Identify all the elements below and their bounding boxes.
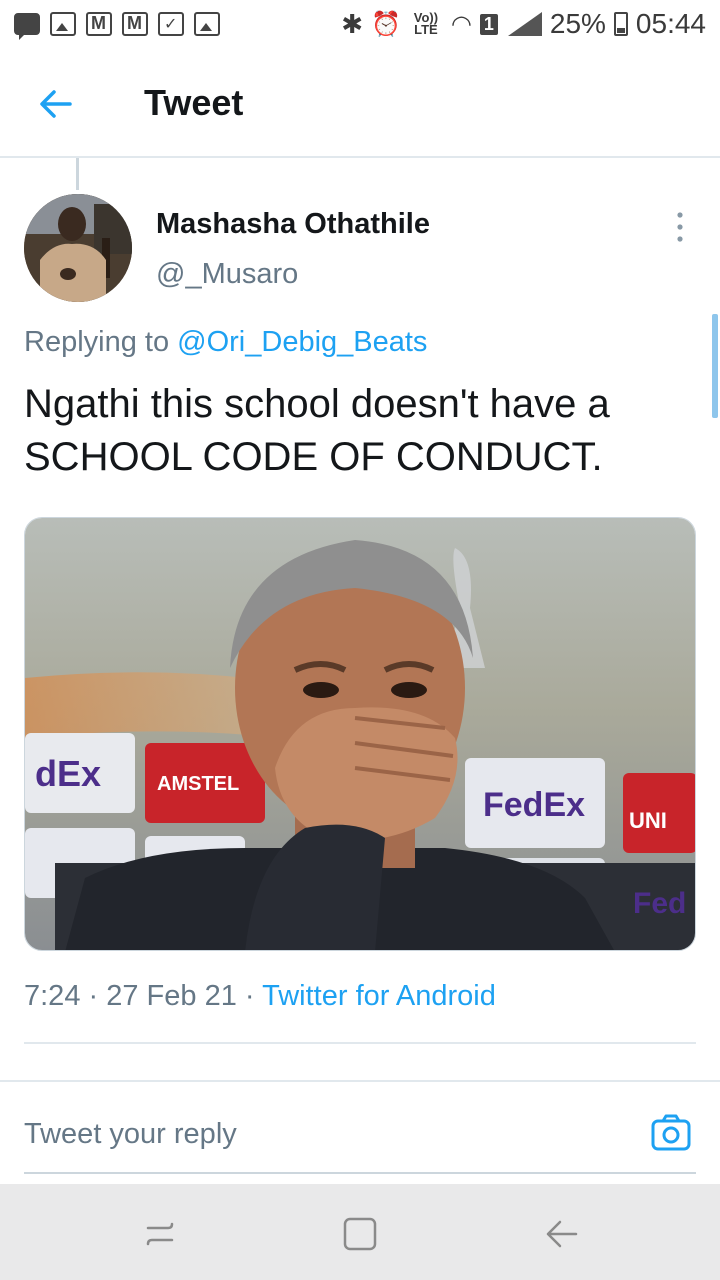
image-icon [50,12,76,36]
back-arrow-icon[interactable] [36,84,76,124]
tweet-meta: 7:24 · 27 Feb 21 · Twitter for Android [24,980,496,1013]
system-icons: ✱ ⏰ Vo)) LTE ◠ 1 25% 05:44 [341,8,706,40]
svg-text:dEx: dEx [35,753,101,794]
svg-text:Fed: Fed [633,887,686,920]
tweet-source-link[interactable]: Twitter for Android [262,980,496,1012]
status-bar: ✱ ⏰ Vo)) LTE ◠ 1 25% 05:44 [0,0,720,48]
tweet-text: Ngathi this school doesn't have a SCHOOL… [24,382,610,479]
back-icon[interactable] [542,1214,582,1254]
reply-input-underline [24,1172,696,1174]
battery-percent: 25% [549,8,606,39]
tweet-detail-screen: ✱ ⏰ Vo)) LTE ◠ 1 25% 05:44 Tweet Mas [0,0,720,1280]
gallery-icon [194,12,220,36]
press-conference-photo: dEx AMSTEL FedEx UNI Fed [25,518,695,950]
mail-icon [122,12,148,36]
message-icon [14,13,40,40]
author-name[interactable]: Mashasha Othathile [156,208,430,241]
reply-composer: Tweet your reply [0,1080,720,1184]
svg-text:UNI: UNI [629,808,667,833]
top-app-bar: Tweet [0,48,720,158]
notification-icons [14,12,220,40]
thread-connector [76,158,79,190]
camera-icon[interactable] [650,1112,692,1154]
svg-text:AMSTEL: AMSTEL [157,773,239,795]
mail-icon [86,12,112,36]
signal-icon [506,12,542,36]
clock: 05:44 [635,8,706,39]
page-title: Tweet [144,82,244,123]
alarm-icon: ⏰ [371,10,401,38]
tweet-date: 27 Feb 21 [106,980,237,1012]
bluetooth-icon: ✱ [341,8,364,39]
more-options-icon[interactable] [670,210,690,244]
author-handle[interactable]: @_Musaro [156,258,298,291]
replying-prefix: Replying to [24,326,170,358]
sim-badge: 1 [479,13,498,35]
avatar-photo [24,194,132,302]
checkbox-icon [158,12,184,36]
replying-to: Replying to @Ori_Debig_Beats [24,326,427,359]
system-navigation-bar [0,1184,720,1280]
reply-input[interactable]: Tweet your reply [24,1118,237,1151]
battery-icon [613,12,628,36]
meta-separator: · [244,980,263,1012]
scrollbar[interactable] [712,314,718,418]
tweet-time: 7:24 [24,980,81,1012]
home-icon[interactable] [340,1214,380,1254]
recent-apps-icon[interactable] [140,1214,180,1254]
divider [24,1042,696,1044]
wifi-icon: ◠ [450,10,472,38]
avatar[interactable] [24,194,132,302]
meta-separator: · [88,980,107,1012]
svg-text:FedEx: FedEx [483,786,585,824]
volte-label: Vo)) LTE [413,10,439,37]
replying-to-link[interactable]: @Ori_Debig_Beats [177,326,427,358]
tweet-media-image[interactable]: dEx AMSTEL FedEx UNI Fed [24,517,696,951]
